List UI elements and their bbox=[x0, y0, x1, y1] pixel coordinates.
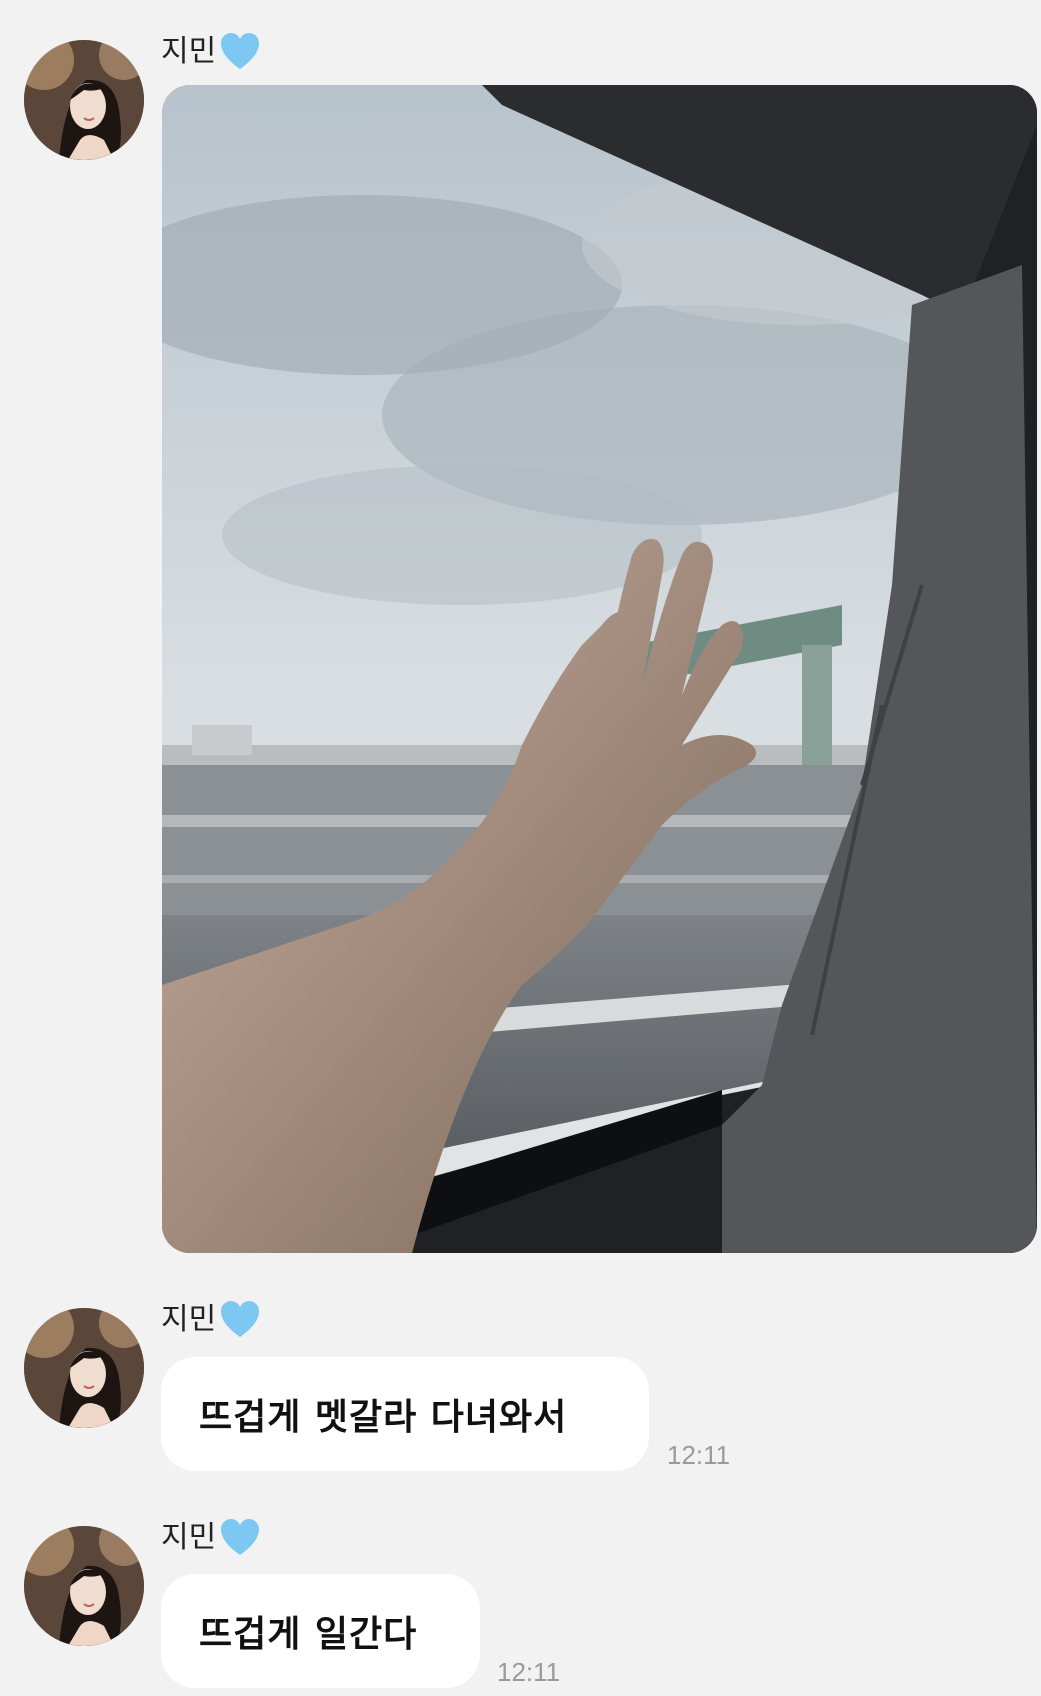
message-text: 뜨겁게 일간다 bbox=[199, 1614, 418, 1655]
message-time: 12:11 bbox=[497, 1657, 561, 1687]
sender-name-text: 지민 bbox=[161, 1520, 217, 1555]
light-blue-heart-icon bbox=[218, 1298, 262, 1342]
message-bubble[interactable]: 뜨겁게 멧갈라 다녀와서 bbox=[161, 1357, 649, 1471]
message-text: 뜨겁게 멧갈라 다녀와서 bbox=[199, 1397, 568, 1438]
light-blue-heart-icon bbox=[218, 1516, 262, 1560]
sender-avatar[interactable] bbox=[24, 1526, 144, 1646]
message-bubble[interactable]: 뜨겁게 일간다 bbox=[161, 1574, 480, 1688]
light-blue-heart-icon bbox=[218, 30, 262, 74]
sender-avatar[interactable] bbox=[24, 1308, 144, 1428]
sender-name: 지민 bbox=[161, 1516, 262, 1560]
photo-message[interactable] bbox=[162, 85, 1037, 1253]
sender-name: 지민 bbox=[161, 1298, 262, 1342]
message-time: 12:11 bbox=[667, 1440, 731, 1470]
sender-name: 지민 bbox=[161, 30, 262, 74]
sender-name-text: 지민 bbox=[161, 1302, 217, 1337]
sender-name-text: 지민 bbox=[161, 34, 217, 69]
chat-thread: 지민 지민 뜨겁게 멧갈라 다녀와서 12:11 지민 뜨겁게 일간다 12:1… bbox=[0, 0, 1041, 1696]
sender-avatar[interactable] bbox=[24, 40, 144, 160]
